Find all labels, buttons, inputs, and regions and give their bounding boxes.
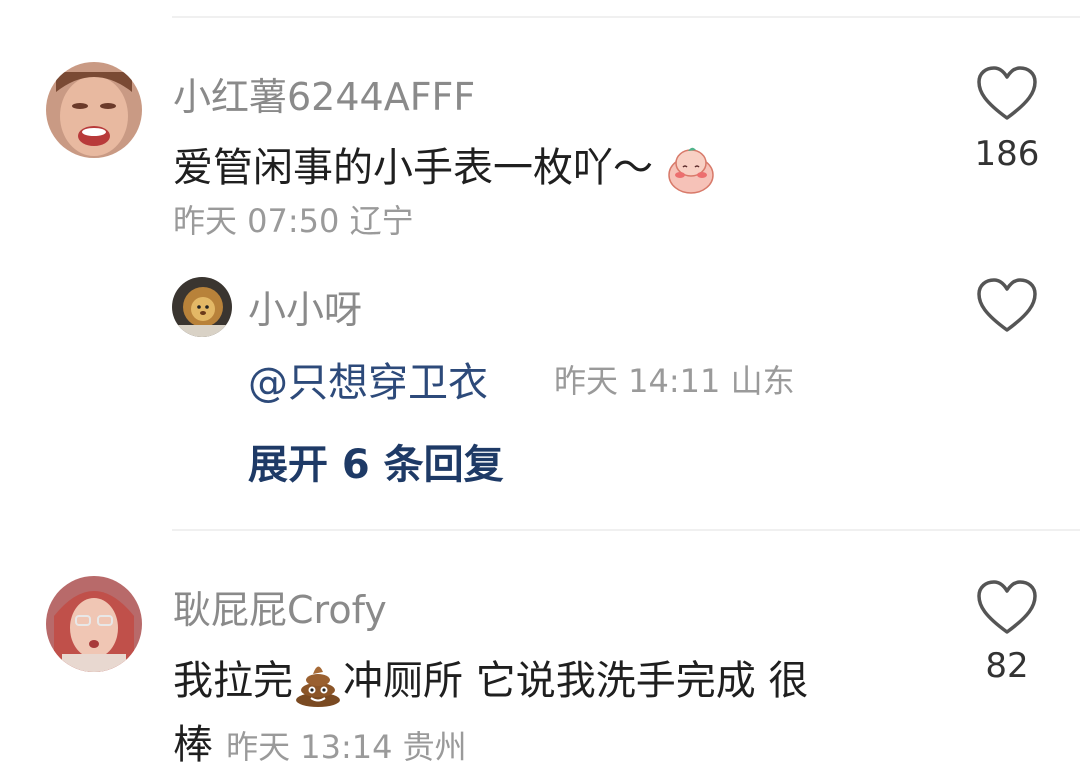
comment-divider xyxy=(172,529,1080,531)
comment-text: 爱管闲事的小手表一枚吖～ xyxy=(173,135,716,195)
lion-plush-avatar-icon xyxy=(172,277,232,337)
blushing-peach-emoji-icon xyxy=(666,145,716,195)
heart-icon xyxy=(977,580,1037,634)
comment-text-body: 爱管闲事的小手表一枚吖～ xyxy=(173,145,653,191)
crying-woman-avatar-icon xyxy=(46,62,142,158)
like-button[interactable] xyxy=(975,276,1039,336)
avatar[interactable] xyxy=(46,62,142,158)
surprised-girl-avatar-icon xyxy=(46,576,142,672)
like-count: 186 xyxy=(974,134,1040,174)
heart-icon xyxy=(977,66,1037,120)
reply-meta: 昨天 14:11 山东 xyxy=(554,362,795,400)
comment-text-line2: 棒 xyxy=(173,722,213,768)
comment-text-after: 冲厕所 它说我洗手完成 很 xyxy=(343,658,809,704)
heart-icon xyxy=(977,278,1037,332)
avatar[interactable] xyxy=(172,277,232,337)
comment-second-line: 棒 昨天 13:14 贵州 xyxy=(173,712,467,770)
username[interactable]: 小红薯6244AFFF xyxy=(173,66,475,121)
expand-replies-button[interactable]: 展开 6 条回复 xyxy=(248,432,504,490)
poop-emoji-icon xyxy=(293,658,343,708)
like-button[interactable] xyxy=(975,64,1039,124)
like-button[interactable] xyxy=(975,578,1039,638)
reply-username[interactable]: 小小呀 xyxy=(248,279,362,334)
top-divider xyxy=(172,16,1080,18)
username[interactable]: 耿屁屁Crofy xyxy=(173,579,387,634)
comment-meta: 昨天 13:14 贵州 xyxy=(226,728,467,766)
avatar[interactable] xyxy=(46,576,142,672)
comment-meta: 昨天 07:50 辽宁 xyxy=(173,202,414,240)
reply-mention[interactable]: @只想穿卫衣 xyxy=(248,350,488,408)
like-count: 82 xyxy=(985,646,1029,686)
comment-text: 我拉完 冲厕所 它说我洗手完成 很 xyxy=(173,648,808,708)
comment-text-before: 我拉完 xyxy=(173,658,293,704)
